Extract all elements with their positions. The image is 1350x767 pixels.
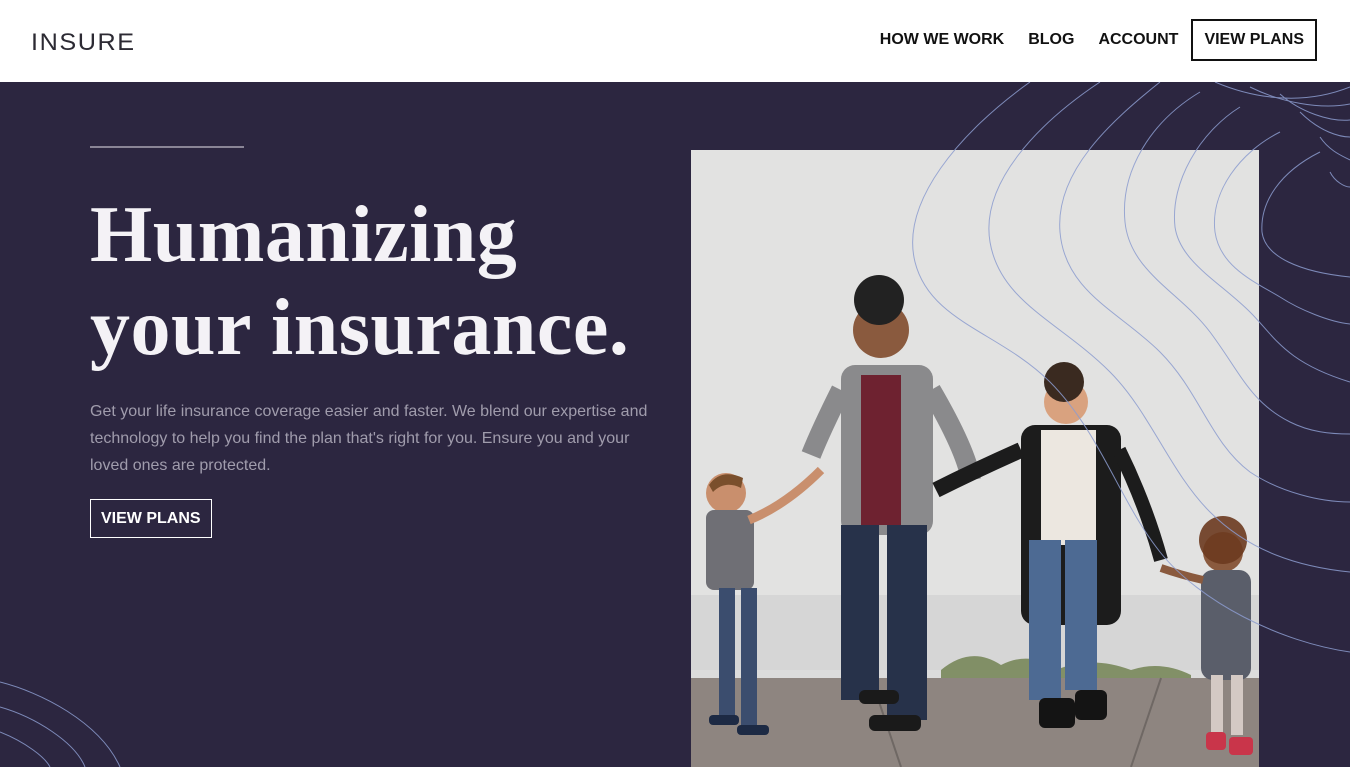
main-nav: HOW WE WORK BLOG ACCOUNT VIEW PLANS [880, 19, 1317, 61]
logo[interactable]: INSURE [31, 29, 136, 57]
nav-blog[interactable]: BLOG [1028, 31, 1074, 49]
view-plans-header-button[interactable]: VIEW PLANS [1191, 19, 1317, 61]
nav-how-we-work[interactable]: HOW WE WORK [880, 31, 1004, 49]
nav-account[interactable]: ACCOUNT [1098, 31, 1178, 49]
hero-section: Humanizing your insurance. Get your life… [0, 82, 1350, 767]
site-header: INSURE HOW WE WORK BLOG ACCOUNT VIEW PLA… [0, 0, 1350, 82]
decorative-wave-lines [0, 82, 1350, 767]
